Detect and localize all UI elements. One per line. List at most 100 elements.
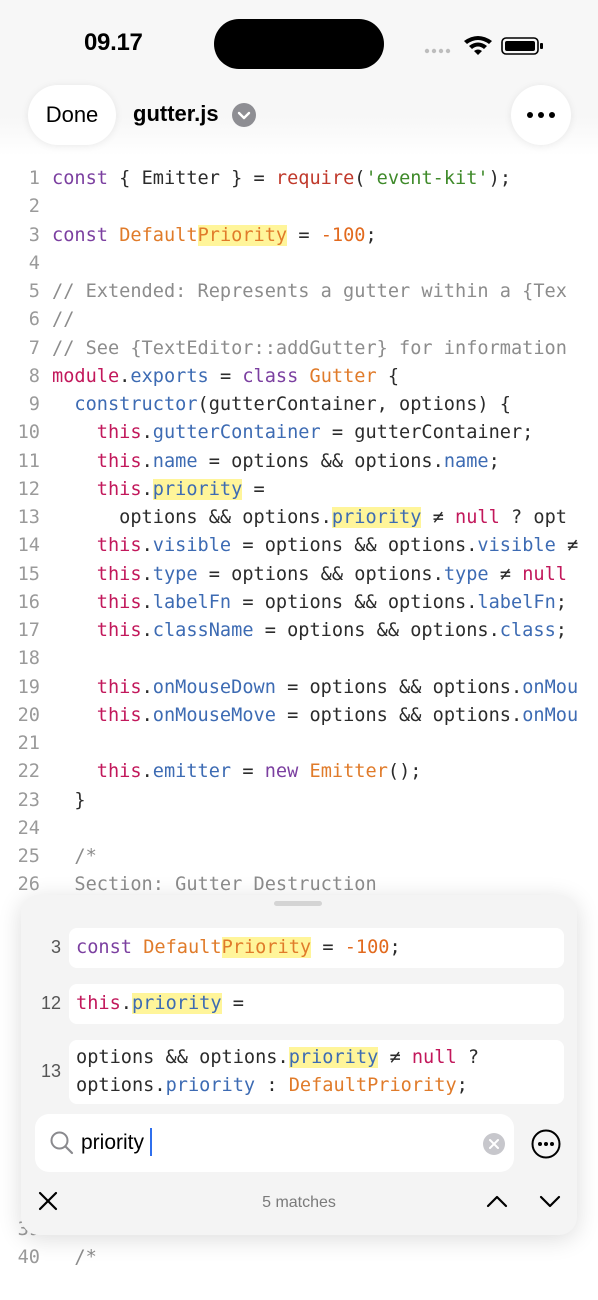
code-token: /* — [74, 1247, 97, 1269]
code-token: . — [141, 450, 153, 472]
code-text: this.emitter = new Emitter(); — [52, 758, 422, 786]
line-number: 12 — [17, 478, 40, 500]
code-token: this — [76, 993, 121, 1014]
code-token: exports — [130, 365, 209, 387]
line-number: 23 — [17, 789, 40, 811]
code-token: ; — [456, 1075, 468, 1096]
line-number: 21 — [17, 733, 40, 754]
code-text: const { Emitter } = require('event-kit')… — [52, 165, 511, 193]
find-result-item[interactable]: options && options.priority ≠ null ? opti… — [69, 1040, 564, 1104]
code-token: visible — [477, 535, 556, 557]
find-result-item[interactable]: this.priority = — [69, 984, 564, 1024]
code-text: this.name = options && options.name; — [52, 448, 500, 476]
line-number: 19 — [17, 676, 40, 698]
text-caret — [150, 1128, 152, 1156]
options-icon[interactable] — [531, 1129, 561, 1159]
line-number: 16 — [17, 591, 40, 613]
code-token: ≠ — [378, 1047, 412, 1068]
code-token: new — [264, 761, 299, 783]
code-token: // — [52, 309, 75, 331]
line-number: 15 — [17, 563, 40, 585]
code-token: constructor — [74, 394, 198, 415]
code-token: Default — [143, 937, 222, 958]
code-text: this.labelFn = options && options.labelF… — [52, 589, 567, 617]
code-text: this.onMouseDown = options && options.on… — [52, 674, 578, 702]
code-text: // Extended: Represents a gutter within … — [52, 278, 567, 306]
panel-grabber[interactable] — [274, 901, 322, 906]
line-number: 5 — [28, 281, 40, 302]
code-text: this.gutterContainer = gutterContainer; — [52, 419, 534, 447]
code-token: name — [443, 450, 489, 472]
code-text: this.onMouseMove = options && options.on… — [52, 702, 578, 730]
code-text: this.priority = — [52, 476, 265, 504]
line-number: 1 — [28, 168, 40, 189]
code-text: this.type = options && options.type ≠ nu… — [52, 561, 567, 589]
code-text: constructor(gutterContainer, options) { — [52, 391, 511, 419]
more-button[interactable] — [511, 85, 571, 145]
code-text: /* — [52, 843, 97, 871]
code-token: ); — [488, 168, 512, 189]
clear-icon — [489, 1139, 499, 1149]
title-menu-button[interactable] — [232, 103, 256, 127]
line-number: 13 — [17, 507, 40, 528]
find-panel: 3 const DefaultPriority = -100; 12 this.pri… — [21, 895, 577, 1235]
code-token: null — [411, 1047, 457, 1068]
code-token: = — [208, 365, 243, 387]
code-token: const — [52, 168, 108, 189]
line-number: 9 — [28, 394, 40, 415]
status-icons — [424, 36, 543, 55]
file-title[interactable]: gutter.js — [133, 101, 219, 127]
code-token: labelFn — [152, 591, 232, 613]
code-token: (); — [387, 761, 422, 783]
code-text: options && options.priority ≠ null ? opt — [52, 504, 567, 532]
code-token: this — [96, 591, 142, 613]
search-field[interactable] — [35, 1114, 514, 1172]
code-token: this — [96, 450, 142, 472]
code-token: options && options. — [52, 507, 332, 528]
code-token: // See {TextEditor::addGutter} for infor… — [52, 337, 567, 359]
line-number: 2 — [28, 196, 40, 218]
code-token: this — [96, 422, 142, 444]
code-token: const — [76, 937, 132, 958]
code-token: . — [119, 365, 131, 387]
code-token: . — [120, 993, 132, 1014]
chevron-down-icon[interactable] — [538, 1191, 562, 1211]
code-token: : — [255, 1075, 289, 1096]
chevron-down-icon — [237, 111, 251, 120]
code-token: options. — [76, 1075, 166, 1096]
line-number: 40 — [17, 1247, 40, 1269]
find-result-item[interactable]: const DefaultPriority = -100; — [69, 928, 564, 968]
code-token: labelFn — [477, 591, 556, 613]
result-text: options.priority : DefaultPriority; — [76, 1072, 468, 1100]
code-token: DefaultPriority — [288, 1075, 457, 1096]
clear-search-button[interactable] — [483, 1133, 505, 1155]
battery-icon — [501, 37, 543, 55]
code-token: options && options. — [76, 1047, 289, 1068]
line-number: 11 — [17, 450, 40, 472]
line-number: 8 — [28, 365, 40, 387]
code-token: /* — [74, 846, 97, 867]
status-time: 09.17 — [84, 29, 143, 56]
code-token: . — [141, 704, 153, 726]
line-number: 18 — [17, 648, 40, 670]
code-token: module — [52, 365, 120, 387]
wifi-icon — [464, 36, 492, 55]
done-button[interactable]: Done — [28, 85, 116, 145]
code-token: { Emitter } = — [107, 168, 276, 189]
code-token: onMou — [522, 676, 579, 698]
search-input[interactable] — [81, 1128, 461, 1158]
code-token: Default — [119, 224, 198, 246]
result-text: this.priority = — [76, 990, 244, 1018]
code-token: visible — [152, 535, 232, 557]
result-line-number: 13 — [40, 1061, 61, 1081]
chevron-up-icon[interactable] — [485, 1191, 509, 1211]
code-token: { — [376, 365, 400, 387]
